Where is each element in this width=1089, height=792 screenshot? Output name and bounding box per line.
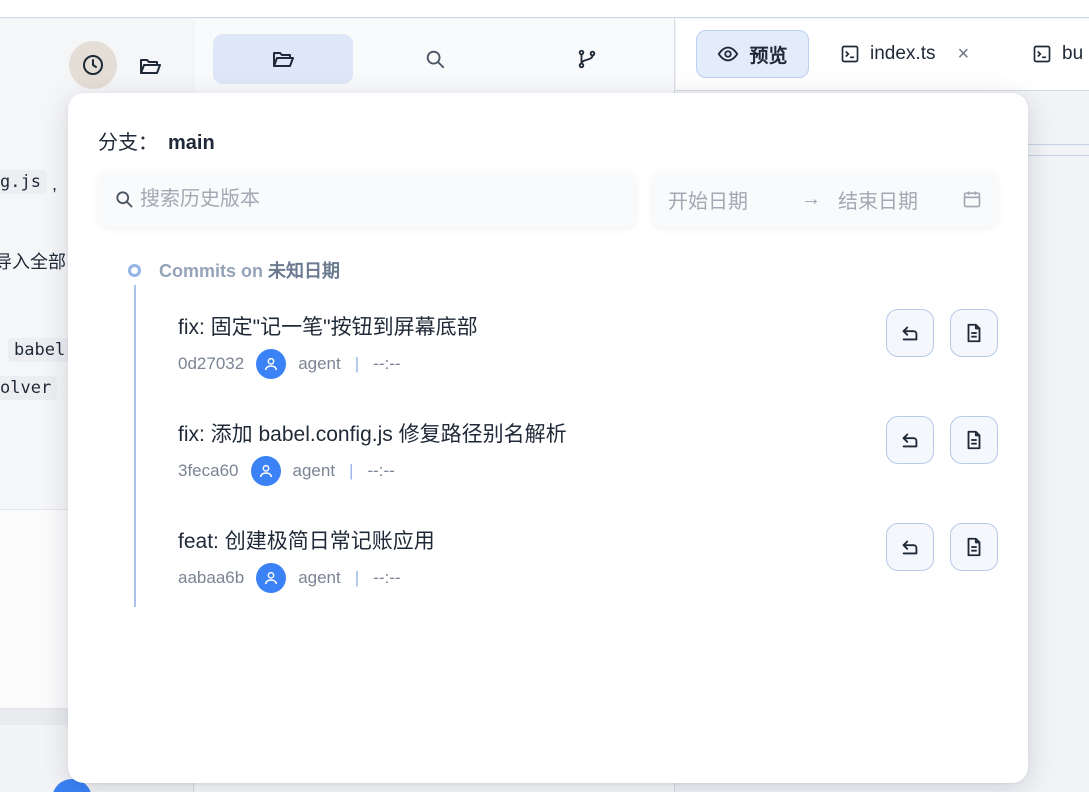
text-snippet: 导入全部 [0,252,66,272]
divider [1026,144,1089,156]
commit-hash[interactable]: 0d27032 [178,354,244,374]
commit-hash[interactable]: aabaa6b [178,568,244,588]
open-folder-button[interactable] [138,54,162,78]
commit-message: feat: 创建极简日常记账应用 [178,530,435,553]
history-popover: 分支： main 开始日期 → 结束日期 Commits on 未知日期 fix… [68,93,1028,783]
commit-author: agent [298,354,341,373]
tab-files[interactable] [213,34,353,84]
file-text-icon [967,323,981,343]
revert-button[interactable] [886,416,934,464]
commit-author: agent [292,461,336,480]
undo-icon [902,540,918,555]
commit-message: fix: 固定"记一笔"按钮到屏幕底部 [178,316,478,339]
code-snippet: g.js [0,170,47,194]
code-snippet: babel [8,338,72,362]
branch-name: main [168,132,215,154]
tab-source-control[interactable] [517,34,657,84]
commit-item: fix: 固定"记一笔"按钮到屏幕底部 0d27032 agent | --:-… [178,309,998,391]
commit-actions [886,523,998,571]
top-strip [0,0,1089,18]
end-date-field[interactable]: 结束日期 [838,185,958,214]
meta-separator: | [354,354,360,373]
commit-time: --:-- [373,568,401,587]
branch-label: 分支： [98,132,158,154]
close-icon[interactable]: × [957,43,969,66]
file-text-icon [967,430,981,450]
editor-tabbar: 预览 index.ts × bu [676,19,1089,91]
history-search-input[interactable] [140,187,610,211]
commit-message: fix: 添加 babel.config.js 修复路径别名解析 [178,423,567,446]
folder-open-icon [273,52,294,67]
meta-separator: | [349,461,354,480]
commit-hash[interactable]: 3feca60 [178,461,239,481]
commit-time: --:-- [367,461,395,480]
timeline-dot [128,263,141,277]
tab-index-ts[interactable]: index.ts × [840,30,969,78]
commit-item: fix: 添加 babel.config.js 修复路径别名解析 3feca60… [178,416,998,498]
undo-icon [902,326,918,341]
tab-preview[interactable]: 预览 [696,30,809,78]
group-prefix: Commits on [159,261,264,281]
calendar-icon[interactable] [962,189,982,209]
user-icon [265,357,278,371]
git-branch-icon [578,49,596,69]
start-date-field[interactable]: 开始日期 [668,185,788,214]
arrow-right-icon: → [801,187,821,210]
view-diff-button[interactable] [950,523,998,571]
group-date: 未知日期 [268,261,341,281]
terminal-file-icon [1033,45,1051,63]
commit-meta: 3feca60 agent | --:-- [178,456,395,486]
user-icon [259,464,272,478]
view-diff-button[interactable] [950,309,998,357]
revert-button[interactable] [886,309,934,357]
timeline-line [134,285,136,607]
tab-search[interactable] [365,34,505,84]
commit-time: --:-- [373,354,401,373]
commit-meta: aabaa6b agent | --:-- [178,563,401,593]
view-diff-button[interactable] [950,416,998,464]
tab-bu[interactable]: bu [1032,30,1083,78]
undo-icon [902,433,918,448]
history-clock-icon [83,55,103,75]
search-icon [116,191,133,208]
commit-actions [886,309,998,357]
commit-author: agent [298,568,341,587]
history-button[interactable] [69,41,117,89]
commit-group-header: Commits on 未知日期 [128,257,340,283]
branch-indicator: 分支： main [98,126,215,155]
date-range-picker[interactable]: 开始日期 → 结束日期 [652,171,998,227]
author-avatar [250,456,281,486]
tab-file-label: bu [1062,43,1084,64]
text-snippet: , [52,174,58,194]
commit-meta: 0d27032 agent | --:-- [178,349,401,379]
tab-preview-label: 预览 [749,45,788,67]
search-icon [426,50,445,69]
tab-file-label: index.ts [870,43,936,64]
folder-open-icon [140,59,161,74]
file-text-icon [967,537,981,557]
revert-button[interactable] [886,523,934,571]
user-icon [265,571,278,585]
code-snippet: olver [0,376,58,400]
author-avatar [256,349,287,379]
terminal-file-icon [841,45,859,63]
commit-actions [886,416,998,464]
commit-item: feat: 创建极简日常记账应用 aabaa6b agent | --:-- [178,523,998,605]
eye-icon [718,46,739,62]
history-search [98,171,636,227]
meta-separator: | [354,568,360,587]
author-avatar [256,563,287,593]
